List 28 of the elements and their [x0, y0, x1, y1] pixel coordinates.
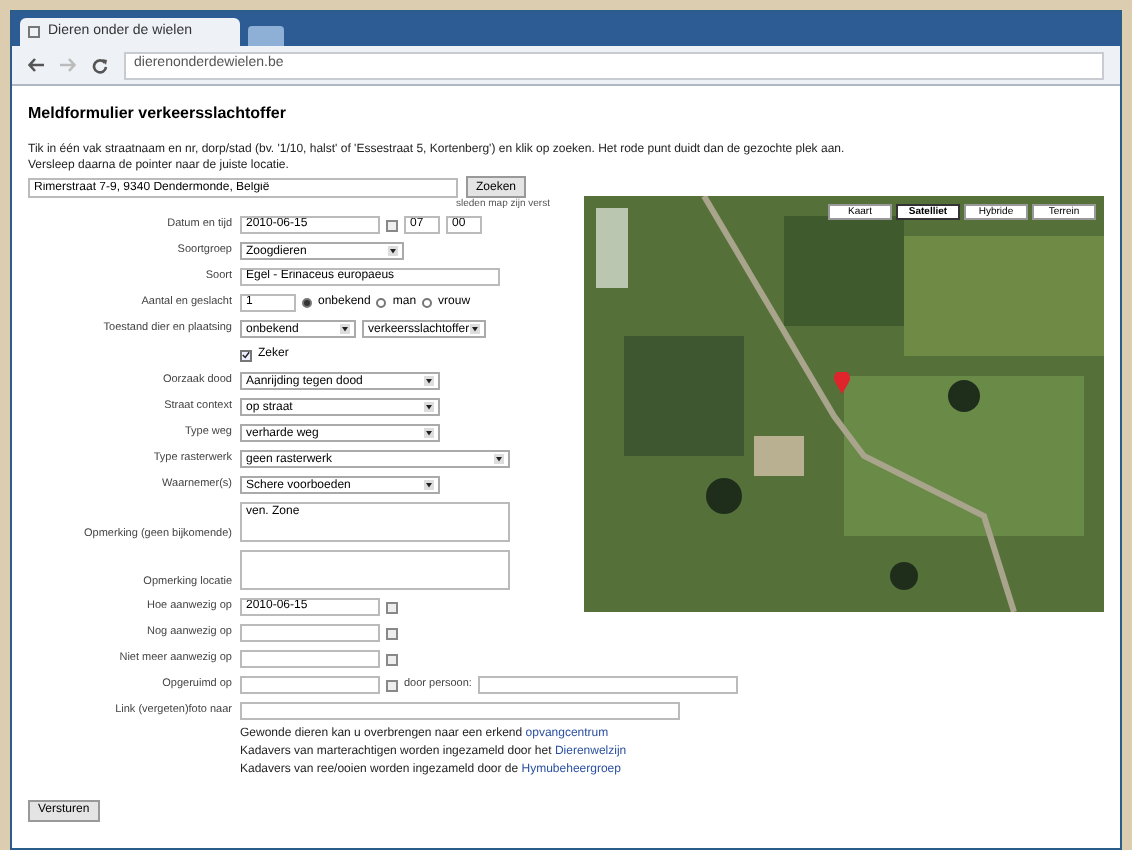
calendar-icon[interactable] — [386, 219, 398, 231]
text-area[interactable] — [240, 550, 510, 590]
input-field[interactable] — [240, 702, 680, 720]
page-icon — [28, 26, 40, 38]
calendar-icon[interactable] — [386, 627, 398, 639]
caret-icon — [424, 480, 434, 490]
reload-icon[interactable] — [92, 57, 108, 73]
radio-button[interactable] — [302, 298, 312, 308]
checkbox[interactable] — [240, 349, 252, 361]
caret-icon — [388, 246, 398, 256]
radio-button[interactable] — [422, 298, 433, 308]
page-title: Meldformulier verkeersslachtoffer — [28, 102, 288, 126]
caret-icon — [494, 454, 504, 464]
back-icon[interactable] — [28, 58, 44, 72]
calendar-icon[interactable] — [386, 601, 398, 613]
calendar-icon[interactable] — [386, 679, 398, 691]
input-field[interactable] — [240, 676, 380, 694]
caret-icon — [424, 428, 434, 438]
input-field[interactable] — [240, 650, 380, 668]
caret-icon — [340, 324, 350, 334]
caret-icon — [424, 402, 434, 412]
map-marker-icon — [834, 372, 850, 394]
caret-icon — [470, 324, 480, 334]
radio-button[interactable] — [376, 298, 387, 308]
input-field[interactable] — [240, 624, 380, 642]
calendar-icon[interactable] — [386, 653, 398, 665]
input-field[interactable] — [477, 676, 738, 694]
caret-icon — [424, 376, 434, 386]
